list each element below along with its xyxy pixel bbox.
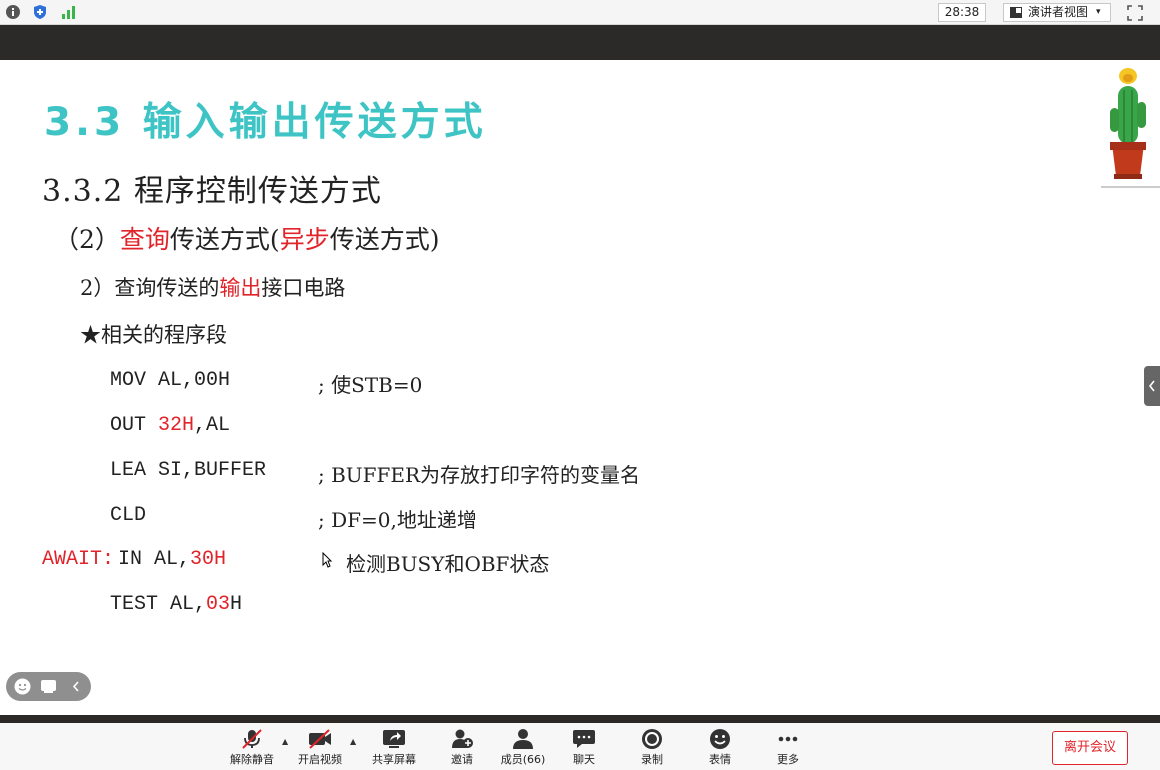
annotate-icon[interactable] (40, 678, 57, 695)
highlight-span: 查询 (119, 225, 170, 254)
mic-muted-icon (242, 729, 262, 749)
shared-slide: 3.3 输入输出传送方式 3.3.2 程序控制传送方式 （2）查询传送方式(异步… (0, 60, 1160, 715)
record-label: 录制 (641, 753, 663, 766)
share-screen-button[interactable]: 共享屏幕 (368, 728, 420, 768)
start-video-button[interactable]: 开启视频 (294, 728, 346, 768)
slide-divider (1101, 186, 1160, 188)
speaker-view-dropdown[interactable]: 演讲者视图 ▾ (1003, 3, 1111, 22)
floating-annotation-bar[interactable] (6, 672, 91, 701)
chevron-left-icon (1148, 380, 1155, 392)
invite-button[interactable]: 邀请 (440, 728, 484, 768)
meeting-timer: 28:38 (938, 3, 986, 22)
speaker-view-label: 演讲者视图 (1028, 5, 1089, 19)
code-line: TEST AL,03H (110, 593, 242, 616)
more-button[interactable]: 更多 (766, 728, 810, 768)
chevron-down-icon: ▾ (1096, 7, 1101, 17)
signal-icon[interactable] (60, 4, 76, 20)
section-title: 3.3 输入输出传送方式 (44, 100, 487, 145)
info-icon[interactable] (5, 4, 21, 20)
highlight-span: 输出 (219, 276, 262, 300)
program-segment-heading: ★相关的程序段 (80, 323, 227, 347)
more-icon (778, 736, 798, 742)
code-span: IN AL, (118, 548, 191, 571)
output-circuit-heading: 2）查询传送的输出接口电路 (80, 272, 345, 302)
emoji-icon (710, 729, 730, 749)
code-span: H (230, 593, 243, 616)
top-bar: 28:38 演讲者视图 ▾ (0, 0, 1160, 25)
presentation-footer-band (0, 715, 1160, 723)
cactus-decoration-image (1110, 68, 1146, 179)
presentation-header-band (0, 25, 1160, 60)
reactions-button[interactable]: 表情 (698, 728, 742, 768)
code-span: ,AL (194, 414, 231, 437)
code-comment: ; DF=0,地址递增 (318, 508, 477, 532)
shield-icon[interactable] (32, 4, 48, 20)
code-span: TEST AL, (110, 593, 207, 616)
meeting-toolbar: 解除静音 ▲ 开启视频 ▲ 共享屏幕 邀请 成员(66) 聊天 录制 表情 更多… (0, 723, 1160, 770)
video-off-icon (309, 729, 331, 749)
code-span: MOV AL,00H (110, 369, 231, 392)
code-line: IN AL,30H (118, 548, 226, 571)
code-line: MOV AL,00H (110, 369, 230, 392)
code-line: LEA SI,BUFFER (110, 459, 266, 482)
start-video-label: 开启视频 (298, 753, 342, 766)
speaker-view-icon (1010, 7, 1022, 18)
transfer-mode-heading: （2）查询传送方式(异步传送方式) (54, 220, 439, 256)
reactions-label: 表情 (709, 753, 731, 766)
code-highlight: 30H (190, 548, 227, 571)
unmute-button[interactable]: 解除静音 (226, 728, 278, 768)
code-comment: ; 使STB=0 (318, 373, 423, 397)
code-highlight: 32H (158, 414, 195, 437)
collapse-chevron-icon[interactable] (68, 678, 85, 695)
chat-label: 聊天 (573, 753, 595, 766)
text-span: （2） (54, 225, 120, 254)
code-span: LEA SI,BUFFER (110, 459, 267, 482)
code-comment: ; BUFFER为存放打印字符的变量名 (318, 463, 641, 487)
code-line: OUT 32H,AL (110, 414, 230, 437)
code-span: CLD (110, 504, 147, 527)
mouse-cursor-icon (322, 552, 332, 568)
fullscreen-icon[interactable] (1126, 4, 1144, 22)
caret-up-icon[interactable]: ▲ (282, 737, 288, 746)
text-span: 传送方式) (329, 225, 440, 254)
invite-label: 邀请 (451, 753, 473, 766)
code-label: AWAIT: (42, 548, 115, 571)
record-icon (642, 729, 662, 749)
caret-up-icon[interactable]: ▲ (350, 737, 356, 746)
slide-subtitle: 3.3.2 程序控制传送方式 (42, 174, 382, 209)
highlight-span: 异步 (279, 225, 330, 254)
code-line: CLD (110, 504, 146, 527)
share-screen-icon (383, 730, 405, 748)
leave-meeting-button[interactable]: 离开会议 (1052, 731, 1128, 765)
emoji-icon[interactable] (14, 678, 31, 695)
chat-icon (573, 730, 595, 748)
text-span: 接口电路 (261, 276, 346, 300)
code-highlight: 03 (206, 593, 231, 616)
members-label: 成员(66) (500, 753, 546, 766)
chat-button[interactable]: 聊天 (562, 728, 606, 768)
code-span: OUT (110, 414, 159, 437)
side-panel-toggle[interactable] (1144, 366, 1160, 406)
code-comment: 检测BUSY和OBF状态 (346, 552, 550, 576)
invite-icon (452, 729, 473, 748)
text-span: 2）查询传送的 (80, 276, 220, 300)
record-button[interactable]: 录制 (630, 728, 674, 768)
unmute-label: 解除静音 (230, 753, 274, 766)
share-screen-label: 共享屏幕 (372, 753, 416, 766)
more-label: 更多 (777, 753, 799, 766)
text-span: 传送方式( (169, 225, 280, 254)
members-icon (513, 729, 533, 749)
members-button[interactable]: 成员(66) (500, 728, 546, 768)
